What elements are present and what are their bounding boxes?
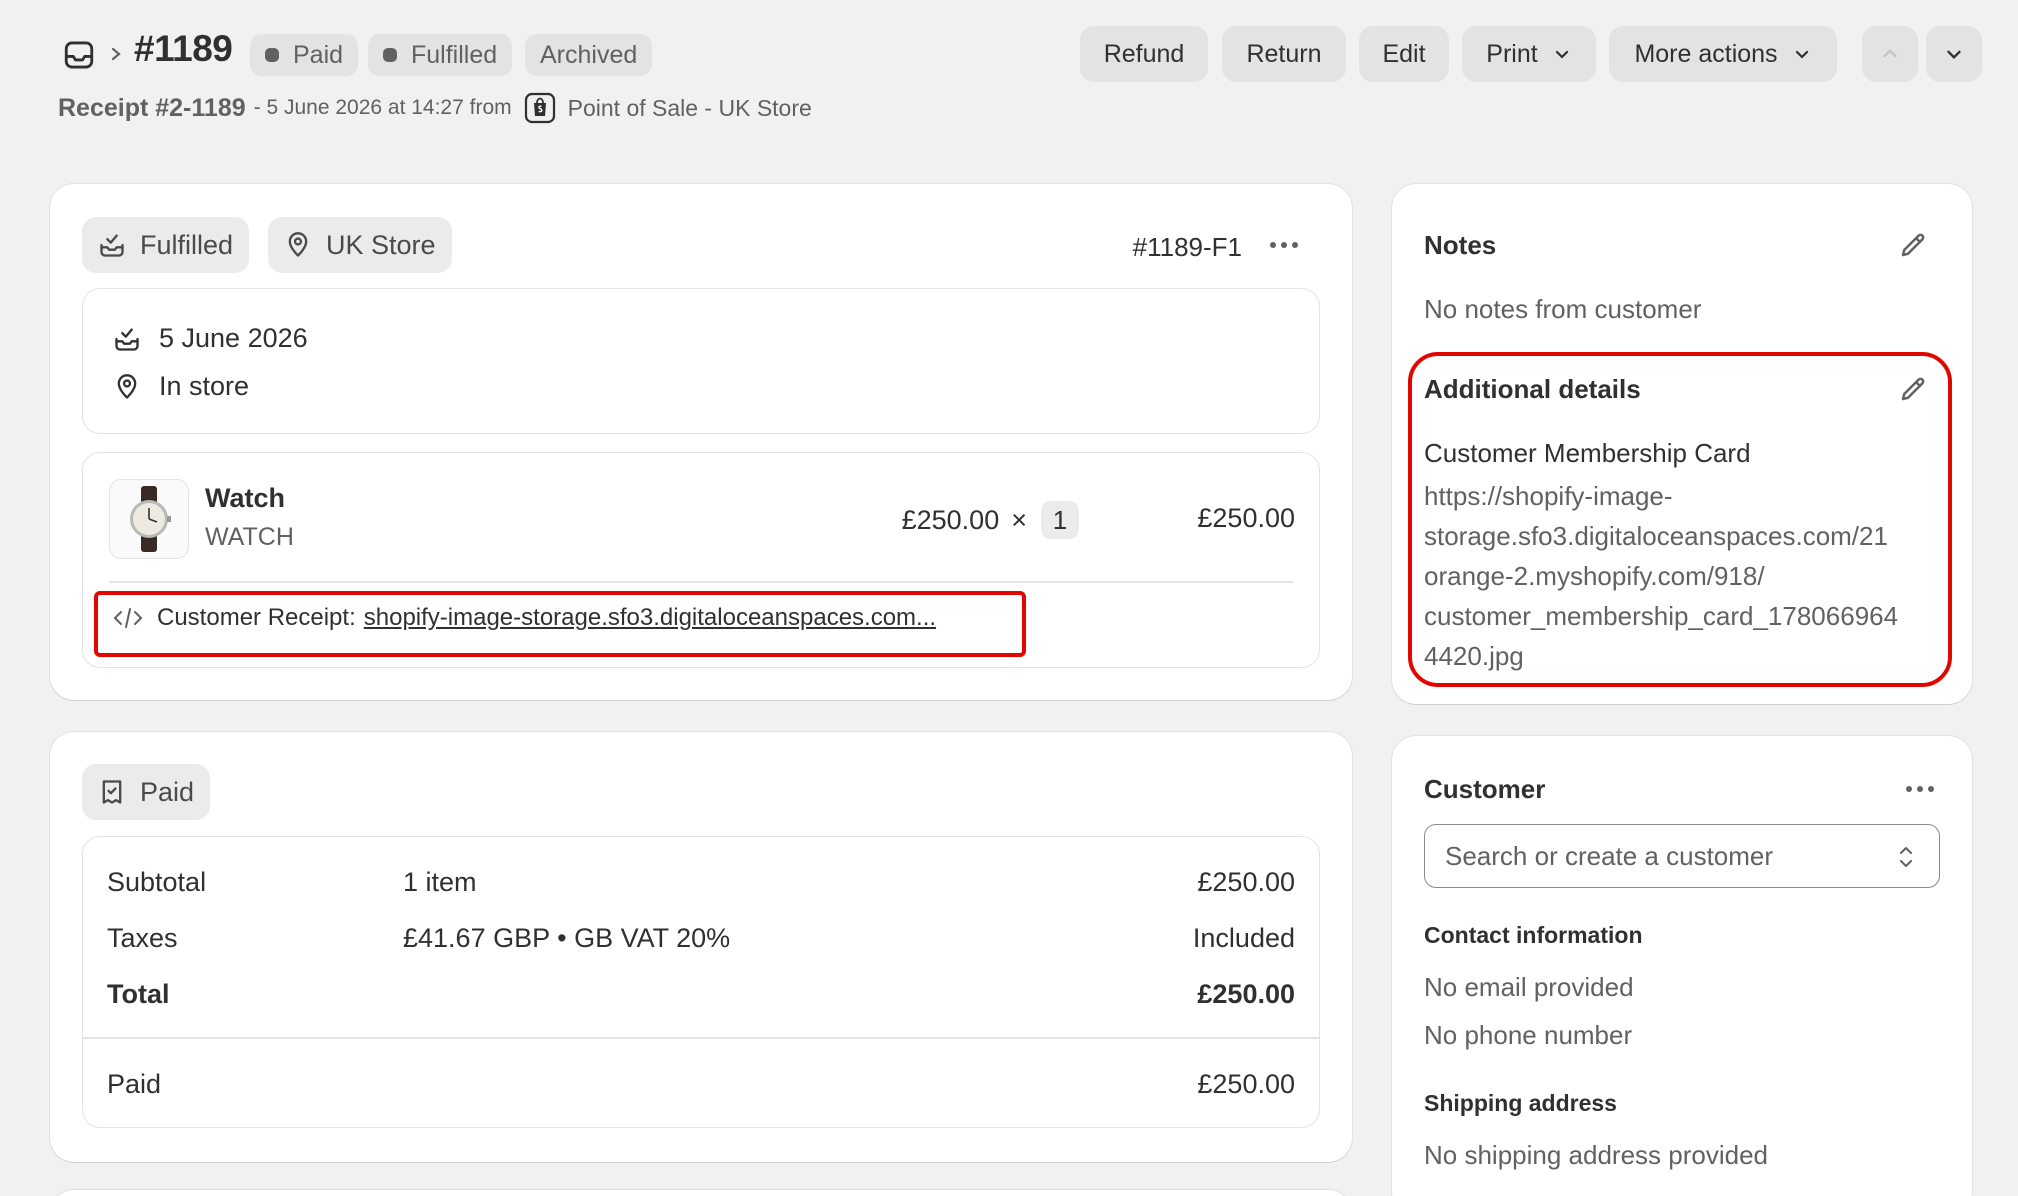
order-source[interactable]: Point of Sale - UK Store [568, 95, 812, 122]
next-card [50, 1190, 1352, 1196]
paid-value: £250.00 [1197, 1069, 1295, 1099]
customer-card: Customer Search or create a customer Con… [1392, 736, 1972, 1196]
fulfillment-date: 5 June 2026 [159, 323, 308, 353]
return-button[interactable]: Return [1222, 26, 1346, 82]
location-pin-icon [288, 232, 308, 257]
receipt-number: Receipt #2-1189 [58, 93, 246, 122]
fulfillment-id: #1189-F1 [1132, 232, 1242, 262]
watch-image [130, 486, 171, 552]
divider [83, 1037, 1319, 1039]
location-pin-icon [117, 374, 137, 399]
subtotal-label: Subtotal [107, 867, 207, 897]
customer-phone: No phone number [1424, 1020, 1633, 1050]
chevron-right-icon [111, 47, 121, 61]
line-total: £250.00 [1197, 503, 1295, 533]
chevron-down-icon [1555, 50, 1568, 59]
taxes-label: Taxes [107, 923, 178, 953]
delivery-method: In store [159, 371, 250, 401]
payment-card: Paid Subtotal 1 item £250.00 Taxes £41.6… [50, 732, 1352, 1162]
contact-information-title: Contact information [1424, 922, 1643, 948]
location-badge: UK Store [268, 217, 452, 273]
order-meta: - 5 June 2026 at 14:27 from [253, 96, 512, 119]
product-thumbnail[interactable] [109, 479, 189, 559]
previous-order-button[interactable] [1862, 26, 1918, 82]
paid-badge: Paid [82, 764, 211, 820]
edit-button[interactable]: Edit [1359, 26, 1449, 82]
notes-title: Notes [1424, 230, 1497, 260]
status-badge-paid: Paid [250, 34, 359, 76]
total-value: £250.00 [1197, 979, 1295, 1009]
divider [109, 581, 1293, 583]
highlight-box-receipt [94, 591, 1026, 657]
customer-title: Customer [1424, 774, 1546, 804]
taxes-detail: £41.67 GBP • GB VAT 20% [403, 923, 731, 953]
quantity-badge: 1 [1041, 501, 1079, 539]
times-sign: × [1011, 504, 1027, 535]
next-order-button[interactable] [1926, 26, 1982, 82]
pencil-icon[interactable] [1898, 230, 1928, 260]
shipping-address: No shipping address provided [1424, 1140, 1768, 1170]
highlight-box-additional-details [1408, 352, 1952, 687]
chevron-up-icon [1883, 48, 1897, 58]
total-label: Total [107, 979, 170, 1009]
fulfilled-icon [115, 328, 139, 351]
customer-search-placeholder: Search or create a customer [1445, 841, 1774, 871]
shipping-address-title: Shipping address [1424, 1090, 1617, 1116]
product-name[interactable]: Watch [205, 483, 285, 514]
unit-price: £250.00 [901, 504, 1000, 535]
select-arrows-icon [1900, 847, 1912, 867]
subtotal-value: £250.00 [1197, 867, 1295, 897]
subtotal-detail: 1 item [403, 867, 477, 897]
status-badge-archived: Archived [525, 34, 653, 76]
more-horizontal-icon[interactable] [1906, 786, 1934, 792]
chevron-down-icon [1947, 50, 1961, 60]
chevron-down-icon [1795, 50, 1808, 59]
notes-text: No notes from customer [1424, 294, 1702, 324]
unit-price-quantity: £250.00 × 1 [902, 501, 1079, 539]
fulfilled-badge: Fulfilled [82, 217, 250, 273]
order-title: #1189 [134, 28, 233, 69]
delivery-details: 5 June 2026 In store [82, 288, 1320, 434]
product-sku: WATCH [205, 523, 294, 551]
more-horizontal-icon[interactable] [1270, 242, 1298, 248]
status-dot [383, 48, 397, 62]
status-dot [265, 48, 279, 62]
customer-email: No email provided [1424, 972, 1634, 1002]
order-subtitle: Receipt #2-1189 - 5 June 2026 at 14:27 f… [58, 92, 812, 124]
pos-bag-icon [524, 92, 555, 124]
fulfilled-icon [100, 234, 124, 257]
status-badge-fulfilled: Fulfilled [368, 34, 513, 76]
taxes-value: Included [1192, 923, 1295, 953]
print-button[interactable]: Print [1462, 26, 1596, 82]
inbox-icon[interactable] [62, 38, 96, 72]
refund-button[interactable]: Refund [1080, 26, 1208, 82]
payment-summary: Subtotal 1 item £250.00 Taxes £41.67 GBP… [82, 836, 1320, 1128]
receipt-check-icon [102, 780, 122, 804]
customer-search-input[interactable]: Search or create a customer [1424, 824, 1940, 888]
more-actions-button[interactable]: More actions [1609, 26, 1837, 82]
paid-label: Paid [107, 1069, 162, 1099]
